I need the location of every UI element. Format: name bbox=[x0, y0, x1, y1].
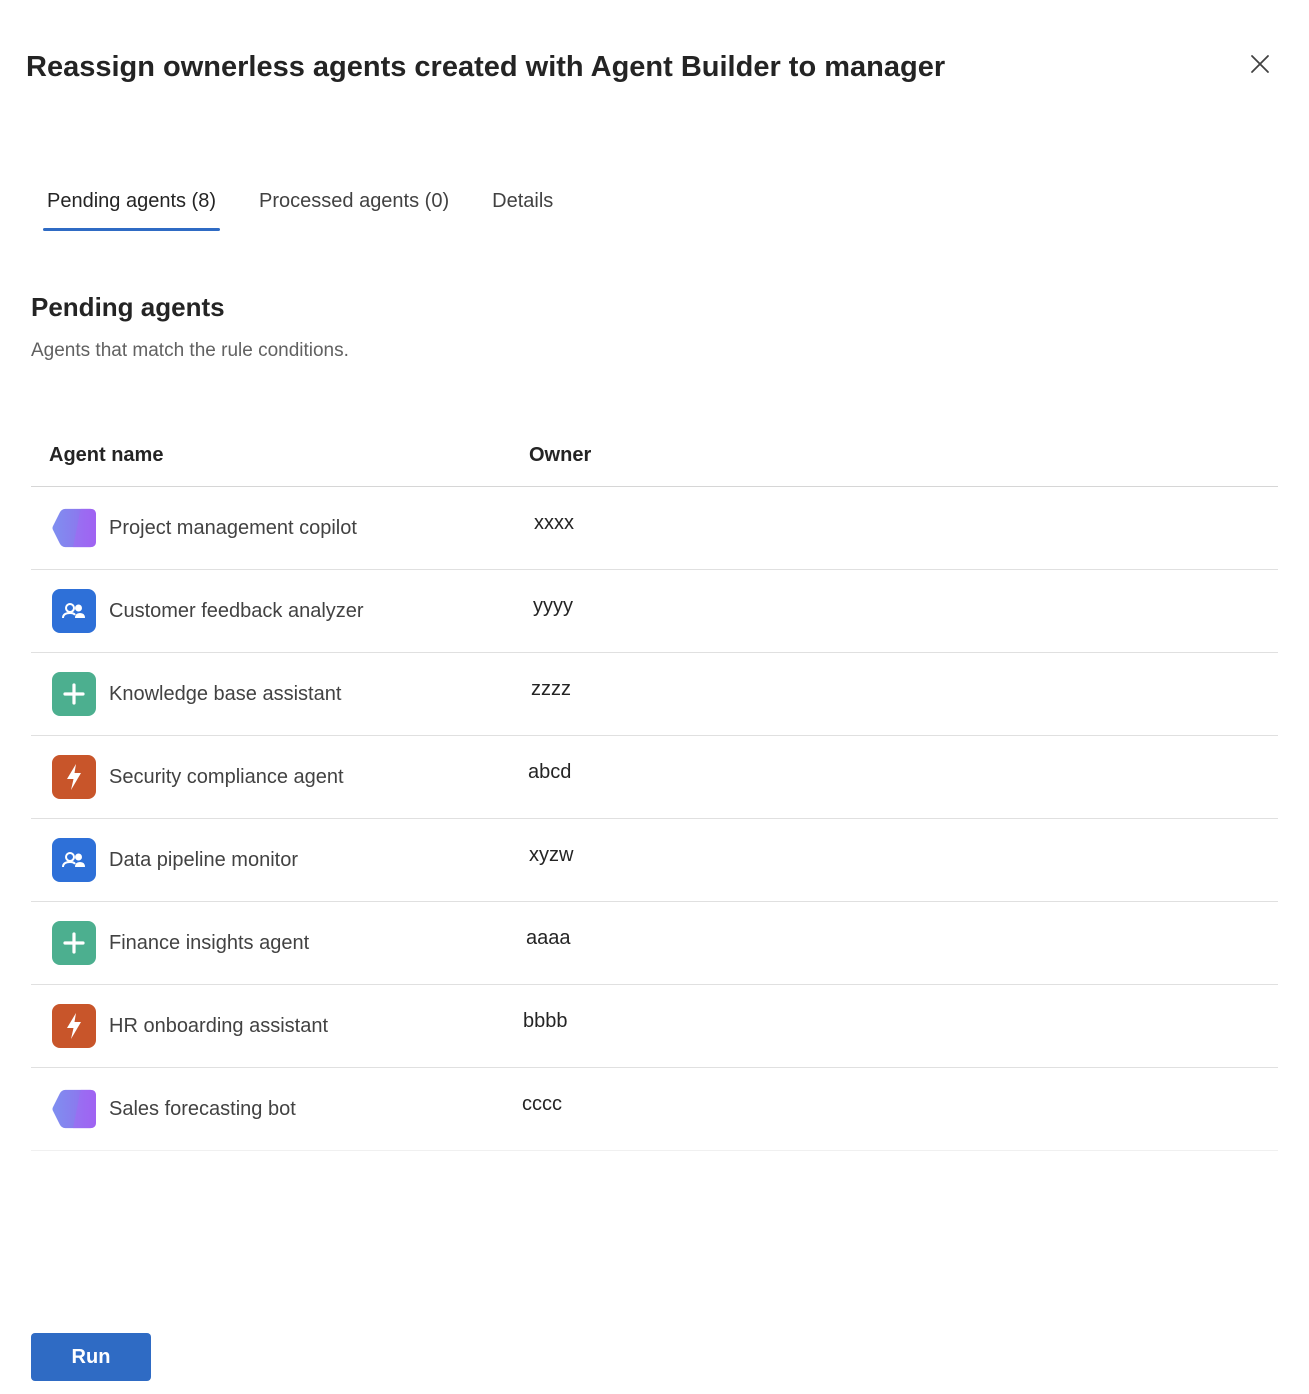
agent-name-cell: Knowledge base assistant bbox=[31, 672, 522, 716]
agent-owner: xyzw bbox=[529, 843, 574, 866]
people-chat-icon bbox=[52, 589, 96, 633]
agent-name-cell: Finance insights agent bbox=[31, 921, 522, 965]
agent-owner: aaaa bbox=[526, 926, 571, 949]
agent-owner: abcd bbox=[528, 760, 572, 783]
section-title: Pending agents bbox=[31, 292, 225, 322]
agent-owner: yyyy bbox=[533, 594, 573, 617]
tab-details[interactable]: Details bbox=[476, 183, 569, 219]
agent-name-cell: Sales forecasting bot bbox=[31, 1087, 522, 1131]
section-subtitle: Agents that match the rule conditions. bbox=[31, 340, 349, 361]
table-row[interactable]: Security compliance agent abcd bbox=[31, 736, 1278, 819]
people-chat-icon bbox=[52, 838, 96, 882]
table-header: Agent name Owner bbox=[31, 425, 1278, 487]
tab-list: Pending agents (8) Processed agents (0) … bbox=[31, 183, 569, 233]
table-row[interactable]: Finance insights agent aaaa bbox=[31, 902, 1278, 985]
agent-owner: zzzz bbox=[531, 677, 571, 700]
table-row[interactable]: Knowledge base assistant zzzz bbox=[31, 653, 1278, 736]
agent-name: Customer feedback analyzer bbox=[109, 599, 364, 622]
plus-icon bbox=[52, 921, 96, 965]
agent-owner: bbbb bbox=[523, 1009, 568, 1032]
table-row[interactable]: Customer feedback analyzer yyyy bbox=[31, 570, 1278, 653]
agent-name-cell: Security compliance agent bbox=[31, 755, 522, 799]
lightning-icon bbox=[52, 1004, 96, 1048]
copilot-gradient-icon bbox=[52, 1087, 96, 1131]
pending-agents-table: Agent name Owner Project management copi… bbox=[31, 425, 1278, 1151]
plus-icon bbox=[52, 672, 96, 716]
agent-name: Finance insights agent bbox=[109, 931, 310, 954]
run-button[interactable]: Run bbox=[31, 1333, 151, 1381]
close-icon bbox=[1251, 55, 1269, 73]
tab-processed-agents[interactable]: Processed agents (0) bbox=[243, 183, 465, 219]
agent-name: Security compliance agent bbox=[109, 765, 344, 788]
agent-name: Sales forecasting bot bbox=[109, 1097, 296, 1120]
table-row[interactable]: Project management copilot xxxx bbox=[31, 487, 1278, 570]
agent-owner: xxxx bbox=[534, 511, 574, 534]
reassign-agents-dialog: Reassign ownerless agents created with A… bbox=[0, 0, 1309, 1394]
agent-owner: cccc bbox=[522, 1092, 562, 1115]
column-header-owner: Owner bbox=[529, 444, 592, 466]
agent-name-cell: Project management copilot bbox=[31, 506, 522, 550]
agent-name: Project management copilot bbox=[109, 516, 357, 539]
agent-name: Knowledge base assistant bbox=[109, 682, 342, 705]
agent-name-cell: Data pipeline monitor bbox=[31, 838, 522, 882]
agent-name-cell: HR onboarding assistant bbox=[31, 1004, 522, 1048]
copilot-gradient-icon bbox=[52, 506, 96, 550]
agent-name-cell: Customer feedback analyzer bbox=[31, 589, 522, 633]
tab-pending-agents[interactable]: Pending agents (8) bbox=[31, 183, 232, 231]
lightning-icon bbox=[52, 755, 96, 799]
table-row[interactable]: Sales forecasting bot cccc bbox=[31, 1068, 1278, 1151]
agent-name: Data pipeline monitor bbox=[109, 848, 298, 871]
table-row[interactable]: Data pipeline monitor xyzw bbox=[31, 819, 1278, 902]
column-header-agent-name: Agent name bbox=[49, 444, 164, 466]
close-button[interactable] bbox=[1244, 48, 1276, 80]
dialog-title: Reassign ownerless agents created with A… bbox=[26, 51, 946, 83]
agent-name: HR onboarding assistant bbox=[109, 1014, 329, 1037]
table-row[interactable]: HR onboarding assistant bbbb bbox=[31, 985, 1278, 1068]
